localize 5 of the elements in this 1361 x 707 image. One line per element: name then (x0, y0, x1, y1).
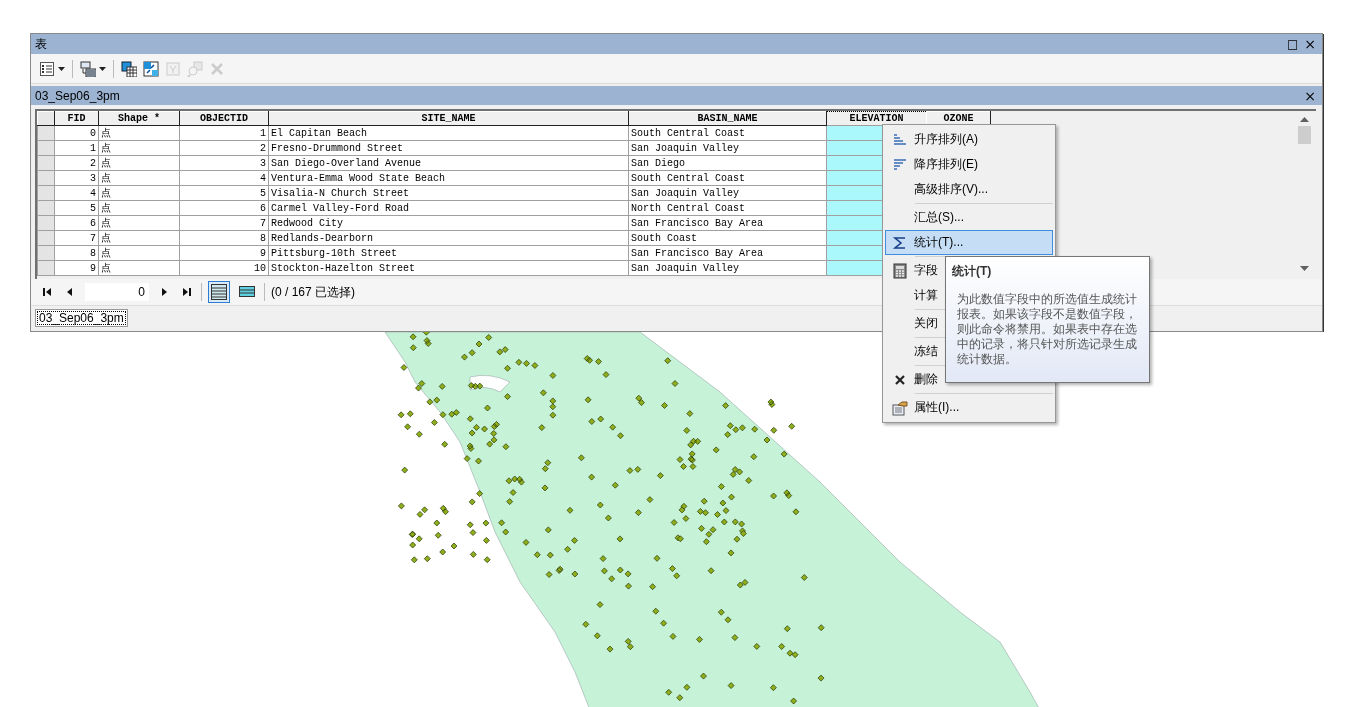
tooltip-text: 为此数值字段中的所选值生成统计报表。如果该字段不是数值字段，则此命令将禁用。如果表中存在选中的记录，将只针对所选记录生成统计数据。 (957, 292, 1138, 367)
window-title: 表 (35, 35, 48, 53)
table-name: 03_Sep06_3pm (35, 88, 121, 103)
tooltip-title: 统计(T) (952, 263, 993, 280)
selection-count: (0 / 167 已选择) (271, 283, 356, 301)
